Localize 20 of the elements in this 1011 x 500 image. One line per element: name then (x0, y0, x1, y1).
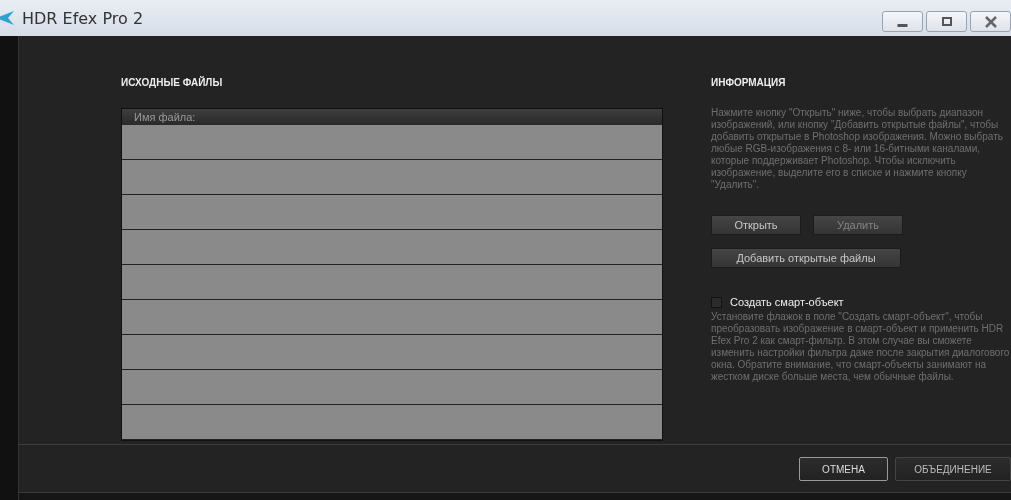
merge-button[interactable]: ОБЪЕДИНЕНИЕ (895, 457, 1011, 481)
add-open-files-button[interactable]: Добавить открытые файлы (711, 248, 901, 268)
file-list[interactable]: Имя файла: (121, 108, 663, 441)
maximize-button[interactable] (926, 11, 967, 32)
minimize-button[interactable] (882, 11, 923, 32)
maximize-icon (939, 15, 954, 28)
open-button[interactable]: Открыть (711, 215, 801, 235)
column-header: Имя файла: (122, 109, 662, 125)
description-text: Установите флажок в поле "Создать смарт-объект", чтобы преобразовать изображение в смарт-объект и применить HDR Efex Pro 2 как смарт-фильтр. В этом случае вы сможете изменить настройки фильтра даже после закрытия диалогового окна. Обратите внимание, что смарт-объекты занимают на жестком диске больше места, чем обычные файлы. (711, 311, 1011, 383)
info-text: Нажмите кнопку "Открыть" ниже, чтобы выбрать диапазон изображений, или кнопку "Добавить открытые файлы", чтобы добавить открытые в Photoshop изображения. Можно выбрать любые RGB-изображения с 8- или 16-битными каналами, которые поддерживает Photoshop. Чтобы исключить изображение, выделите его в списке и нажмите кнопку "Удалить". (711, 107, 1004, 191)
checkbox[interactable] (711, 296, 722, 308)
close-button[interactable] (970, 11, 1011, 32)
section-heading: ИСХОДНЫЕ ФАЙЛЫ (121, 77, 224, 88)
cancel-button[interactable]: ОТМЕНА (799, 457, 888, 481)
checkbox-label: Создать смарт-объект (730, 296, 844, 308)
section-heading: ИНФОРМАЦИЯ (711, 77, 787, 88)
minimize-icon (897, 23, 908, 27)
logo-icon (0, 8, 16, 28)
window-title: HDR Efex Pro 2 (22, 8, 144, 28)
close-icon (983, 15, 998, 28)
